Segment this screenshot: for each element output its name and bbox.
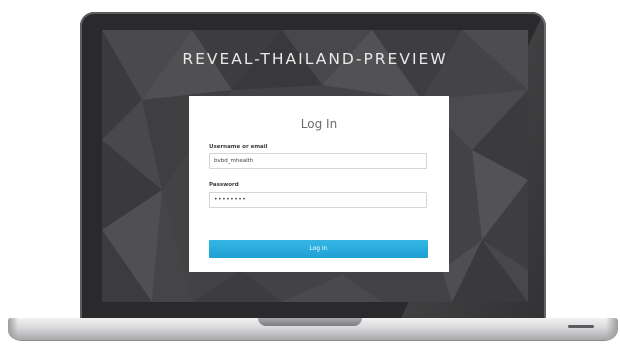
login-card: Log In Username or email bvbd_mhealth Pa… — [189, 96, 449, 272]
password-input[interactable]: •••••••• — [209, 192, 427, 208]
app-title: REVEAL-THAILAND-PREVIEW — [182, 50, 448, 68]
login-button[interactable]: Log In — [209, 240, 428, 258]
laptop-mockup: REVEAL-THAILAND-PREVIEW Log In Username … — [0, 0, 620, 351]
username-input[interactable]: bvbd_mhealth — [209, 153, 427, 169]
login-heading: Log In — [300, 117, 338, 131]
laptop-screen: REVEAL-THAILAND-PREVIEW Log In Username … — [102, 30, 528, 302]
password-label: Password — [209, 182, 239, 188]
status-light — [568, 325, 594, 328]
username-label: Username or email — [209, 144, 268, 150]
hinge-notch — [258, 318, 362, 326]
